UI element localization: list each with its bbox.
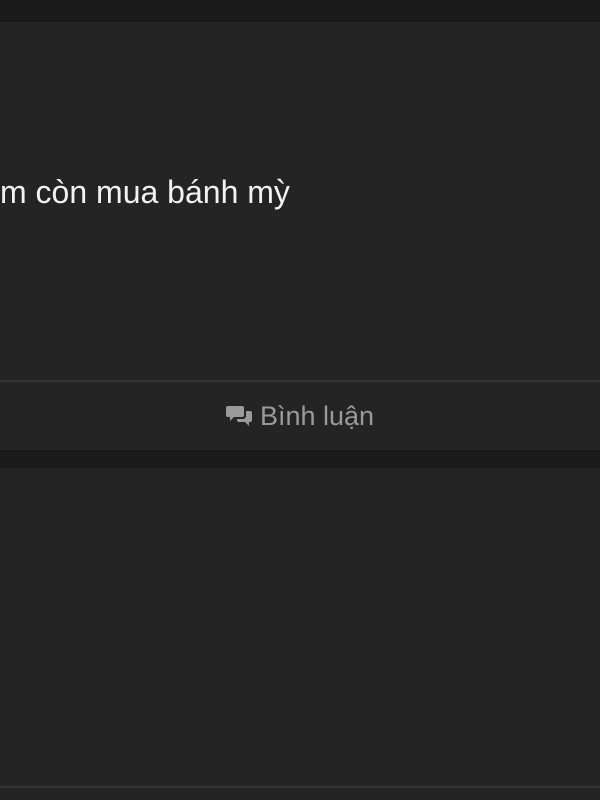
post-text: m còn mua bánh mỳ xyxy=(0,174,290,210)
feed-separator xyxy=(0,0,600,22)
news-feed: m còn mua bánh mỳ Bình luận xyxy=(0,0,600,800)
post-card xyxy=(0,468,600,788)
post-card: m còn mua bánh mỳ Bình luận xyxy=(0,22,600,450)
comment-button-label: Bình luận xyxy=(259,400,375,431)
comment-button[interactable]: Bình luận xyxy=(216,393,384,440)
comment-bubbles-icon xyxy=(225,403,252,429)
next-post-edge xyxy=(0,788,600,800)
post-action-bar: Bình luận xyxy=(0,382,600,450)
